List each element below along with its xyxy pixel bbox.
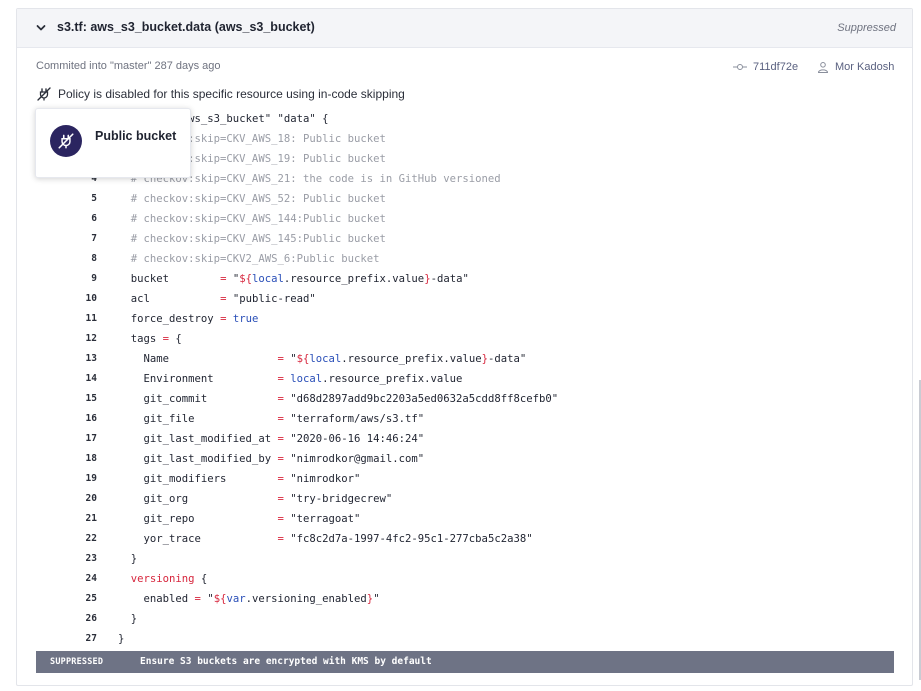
code-line: 24 versioning { [36, 569, 894, 589]
code-text: # checkov:skip=CKV2_AWS_6:Public bucket [118, 253, 380, 265]
line-number: 21 [85, 513, 97, 524]
line-number: 20 [85, 493, 97, 504]
line-number: 15 [85, 393, 97, 404]
code-text: Name = "${local.resource_prefix.value}-d… [118, 353, 527, 365]
code-text: git_modifiers = "nimrodkor" [118, 473, 361, 485]
code-text: # checkov:skip=CKV_AWS_52: Public bucket [118, 193, 386, 205]
code-text: Environment = local.resource_prefix.valu… [118, 373, 463, 385]
code-text: } [118, 633, 125, 645]
line-number: 22 [85, 533, 97, 544]
line-number: 27 [85, 633, 97, 644]
policy-note: Policy is disabled for this specific res… [36, 85, 405, 103]
code-text: versioning { [130, 573, 208, 585]
code-text: tags = { [118, 333, 182, 345]
line-number: 9 [91, 273, 97, 284]
line-number: 7 [91, 233, 97, 244]
policy-note-text: Policy is disabled for this specific res… [58, 87, 405, 101]
line-number: 26 [85, 613, 97, 624]
commit-info: Commited into "master" 287 days ago [36, 60, 221, 72]
code-line: 6 # checkov:skip=CKV_AWS_144:Public buck… [36, 209, 894, 229]
author-name[interactable]: Mor Kadosh [835, 61, 894, 73]
code-text: bucket = "${local.resource_prefix.value}… [118, 273, 469, 285]
line-number: 13 [85, 353, 97, 364]
code-line: 14 Environment = local.resource_prefix.v… [36, 369, 894, 389]
popup-badge [50, 125, 82, 157]
code-line: 8 # checkov:skip=CKV2_AWS_6:Public bucke… [36, 249, 894, 269]
code-text: git_org = "try-bridgecrew" [118, 493, 393, 505]
suppression-bar[interactable]: SUPPRESSED Ensure S3 buckets are encrypt… [36, 651, 894, 673]
code-line: 19 git_modifiers = "nimrodkor" [36, 469, 894, 489]
code-text: git_last_modified_at = "2020-06-16 14:46… [118, 433, 425, 445]
policy-popup[interactable]: Public bucket [35, 108, 191, 178]
line-number: 24 [85, 573, 97, 584]
code-line: 21 git_repo = "terragoat" [36, 509, 894, 529]
suppressed-tag: SUPPRESSED [50, 657, 104, 667]
code-line: 18 git_last_modified_by = "nimrodkor@gma… [36, 449, 894, 469]
code-line: 13 Name = "${local.resource_prefix.value… [36, 349, 894, 369]
line-number: 25 [85, 593, 97, 604]
code-line: 11 force_destroy = true [36, 309, 894, 329]
code-line: 25 enabled = "${var.versioning_enabled}" [36, 589, 894, 609]
code-line: 27} [36, 629, 894, 649]
code-line: 10 acl = "public-read" [36, 289, 894, 309]
code-text: git_file = "terraform/aws/s3.tf" [118, 413, 425, 425]
line-number: 12 [85, 333, 97, 344]
line-number: 11 [85, 313, 97, 324]
commit-hash[interactable]: 711df72e [753, 61, 798, 73]
code-text: # checkov:skip=CKV_AWS_145:Public bucket [118, 233, 386, 245]
code-text: acl = "public-read" [118, 293, 316, 305]
code-line: 26 } [36, 609, 894, 629]
code-line: 15 git_commit = "d68d2897add9bc2203a5ed0… [36, 389, 894, 409]
commit-icon [733, 64, 747, 70]
line-number: 16 [85, 413, 97, 424]
code-line: 20 git_org = "try-bridgecrew" [36, 489, 894, 509]
status-label: Suppressed [837, 22, 896, 34]
code-text: } [118, 613, 138, 625]
popup-label: Public bucket [95, 129, 177, 143]
code-text: git_repo = "terragoat" [118, 513, 361, 525]
code-line: 5 # checkov:skip=CKV_AWS_52: Public buck… [36, 189, 894, 209]
code-text: enabled = "${var.versioning_enabled}" [118, 593, 380, 605]
panel-header[interactable]: s3.tf: aws_s3_bucket.data (aws_s3_bucket… [17, 9, 912, 48]
resource-title: s3.tf: aws_s3_bucket.data (aws_s3_bucket… [57, 20, 315, 34]
line-number: 17 [85, 433, 97, 444]
code-line: 22 yor_trace = "fc8c2d7a-1997-4fc2-95c1-… [36, 529, 894, 549]
line-number: 6 [91, 213, 97, 224]
code-line: 7 # checkov:skip=CKV_AWS_145:Public buck… [36, 229, 894, 249]
commit-hash-link[interactable]: 711df72e [733, 59, 798, 75]
code-viewer: 1resource "aws_s3_bucket" "data" {2 # ch… [36, 109, 894, 649]
code-line: 9 bucket = "${local.resource_prefix.valu… [36, 269, 894, 289]
code-line: 17 git_last_modified_at = "2020-06-16 14… [36, 429, 894, 449]
code-text: } [118, 553, 138, 565]
code-line: 16 git_file = "terraform/aws/s3.tf" [36, 409, 894, 429]
plug-off-icon [37, 87, 51, 101]
line-number: 8 [91, 253, 97, 264]
code-line: 12 tags = { [36, 329, 894, 349]
line-number: 19 [85, 473, 97, 484]
user-icon [817, 62, 829, 73]
author-link[interactable]: Mor Kadosh [817, 59, 894, 75]
policy-title: Ensure S3 buckets are encrypted with KMS… [140, 656, 432, 667]
line-number: 23 [85, 553, 97, 564]
code-text: yor_trace = "fc8c2d7a-1997-4fc2-95c1-277… [118, 533, 533, 545]
plug-off-icon [58, 133, 74, 149]
code-text: git_last_modified_by = "nimrodkor@gmail.… [118, 453, 425, 465]
line-number: 18 [85, 453, 97, 464]
chevron-down-icon[interactable] [35, 22, 47, 34]
line-number: 14 [85, 373, 97, 384]
code-text: git_commit = "d68d2897add9bc2203a5ed0632… [118, 393, 559, 405]
line-number: 5 [91, 193, 97, 204]
code-line: 23 } [36, 549, 894, 569]
line-number: 10 [85, 293, 97, 304]
code-text: force_destroy = true [118, 313, 259, 325]
code-text: # checkov:skip=CKV_AWS_144:Public bucket [118, 213, 386, 225]
